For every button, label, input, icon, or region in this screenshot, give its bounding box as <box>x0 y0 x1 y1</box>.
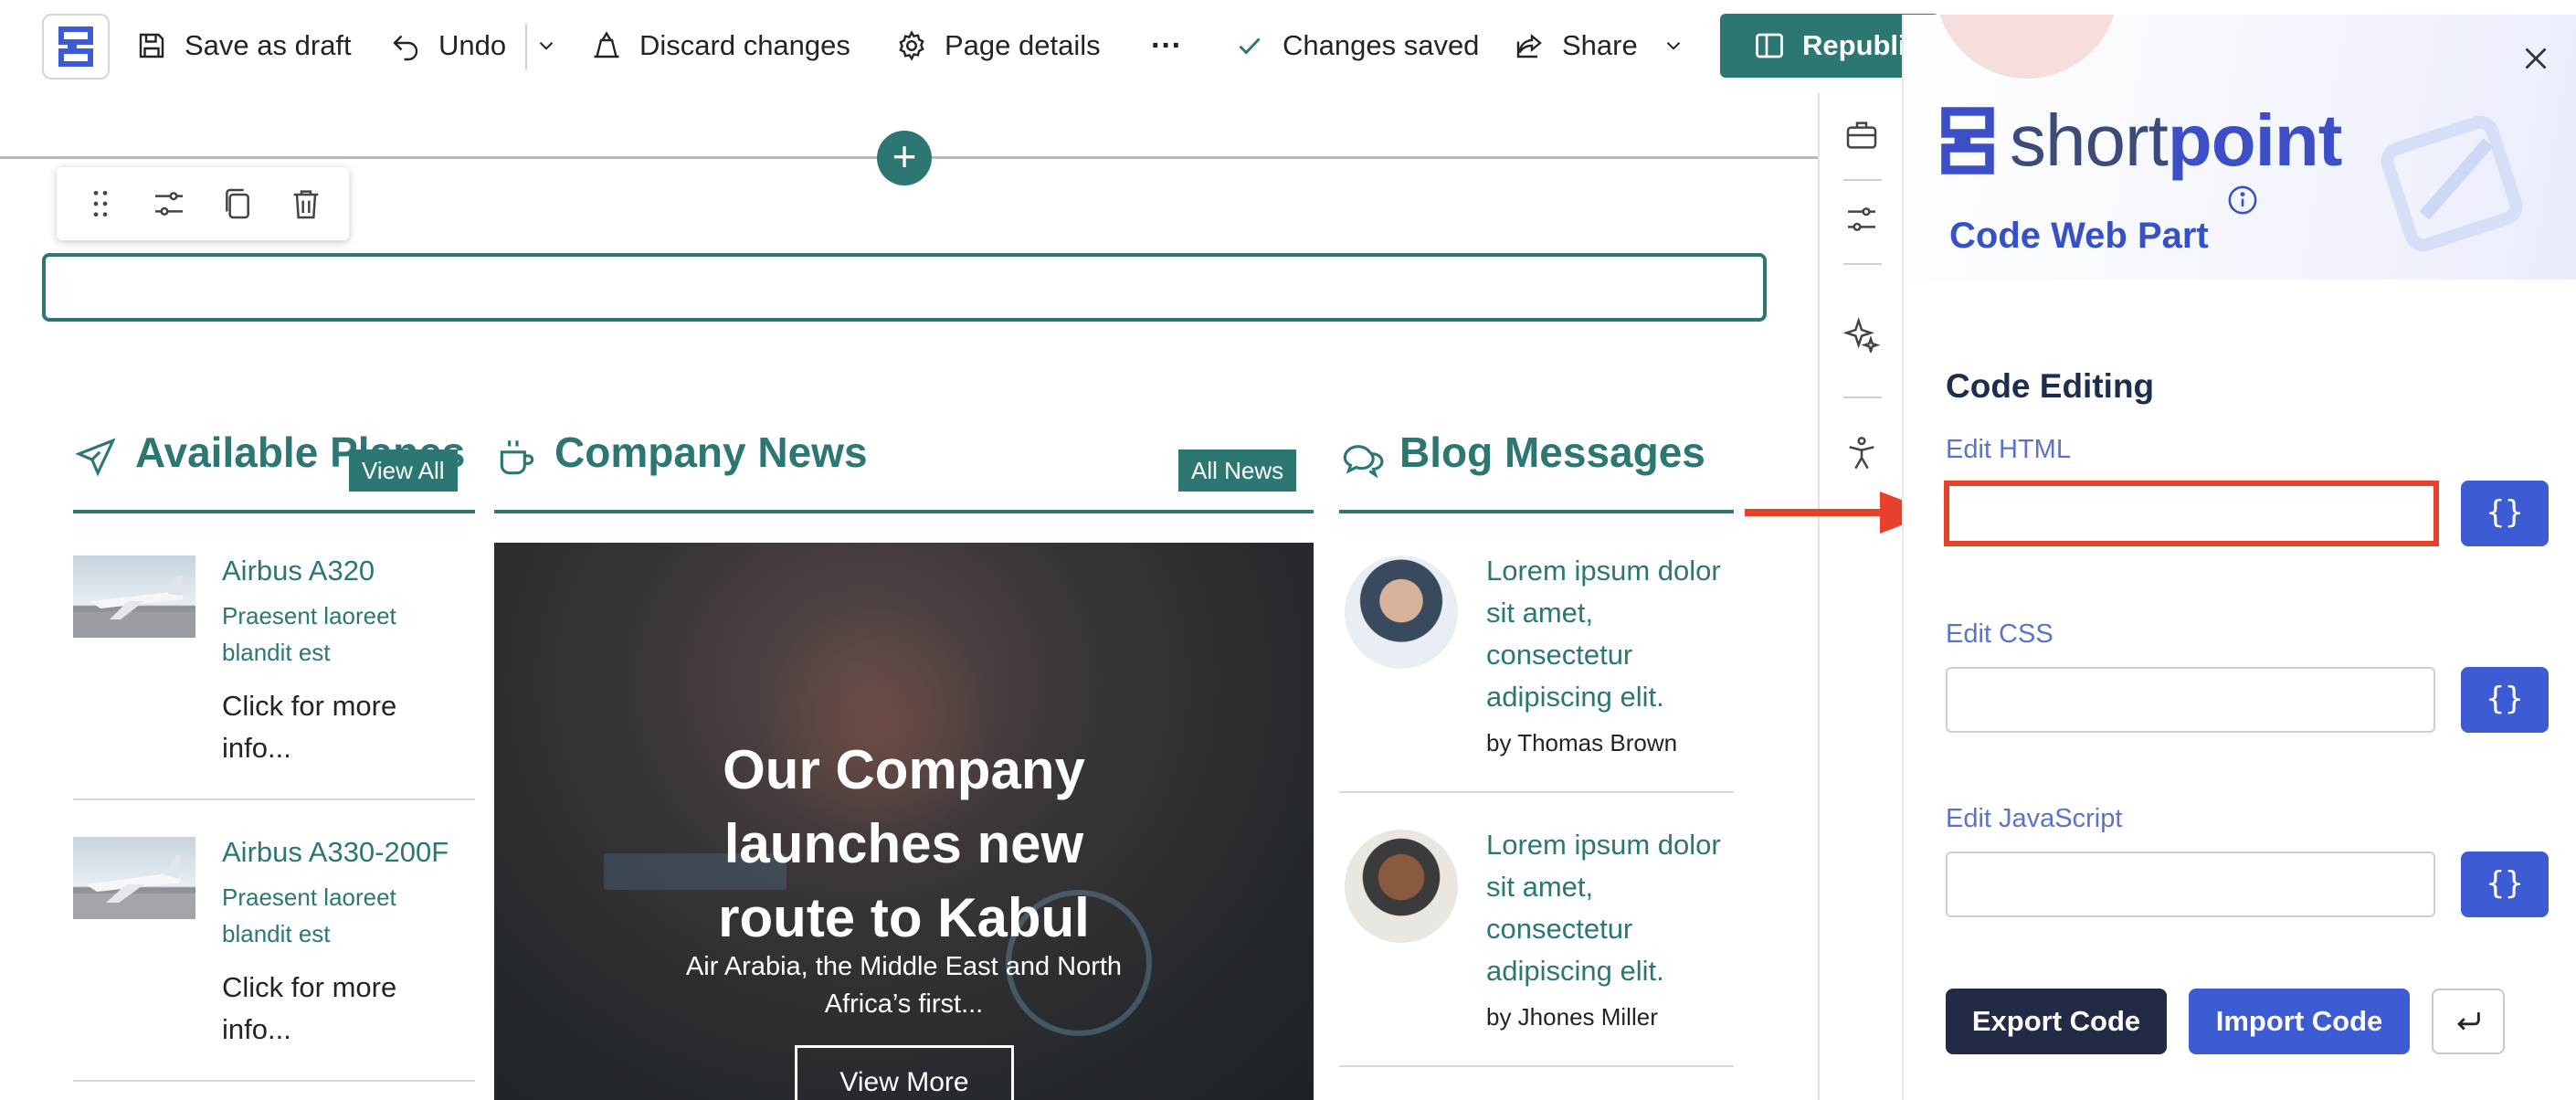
right-toolbox-rail <box>1818 93 1902 1100</box>
panel-header: shortpoint Code Web Part <box>1904 15 2576 280</box>
undo-divider <box>525 24 527 69</box>
plane-thumbnail[interactable] <box>73 555 195 638</box>
command-bar: Save as draft Undo Discard changes Page … <box>0 0 1939 93</box>
news-card-title: Our Company launches new route to Kabul <box>718 739 1090 948</box>
blog-item-author: by Thomas Brown <box>1486 729 1678 756</box>
section-toolbar <box>57 167 349 240</box>
more-icon: ··· <box>1151 27 1182 63</box>
return-button[interactable] <box>2432 989 2505 1054</box>
discard-changes-button[interactable]: Discard changes <box>590 0 850 91</box>
save-draft-label: Save as draft <box>185 29 352 61</box>
blog-item-title[interactable]: Lorem ipsum dolor sit amet, consectetur … <box>1486 550 1742 718</box>
rail-separator <box>1843 179 1882 181</box>
shortpoint-logo-icon <box>1941 107 1994 175</box>
plane-item-link[interactable]: Click for more info... <box>222 685 423 769</box>
import-code-button[interactable]: Import Code <box>2189 989 2410 1054</box>
accessibility-icon[interactable] <box>1843 435 1880 471</box>
news-card-subtitle: Air Arabia, the Middle East and North Af… <box>685 952 1123 1019</box>
book-icon <box>1756 33 1783 58</box>
brand-wordmark: shortpoint <box>2010 100 2342 181</box>
edit-javascript-label: Edit JavaScript <box>1946 804 2123 833</box>
rail-separator <box>1843 263 1882 265</box>
rail-separator <box>1843 397 1882 398</box>
chat-bubbles-icon <box>1343 445 1384 479</box>
briefcase-icon[interactable] <box>1843 117 1880 153</box>
edit-html-field[interactable] <box>1944 481 2439 546</box>
undo-button[interactable]: Undo <box>389 0 506 91</box>
edit-css-label: Edit CSS <box>1946 619 2053 649</box>
plane-item-link[interactable]: Click for more info... <box>222 967 423 1051</box>
drag-handle-icon[interactable] <box>82 185 119 222</box>
discard-icon <box>594 31 619 58</box>
delete-icon[interactable] <box>288 185 324 222</box>
more-options-button[interactable]: ··· <box>1151 0 1182 91</box>
edit-css-code-button[interactable]: {} <box>2461 667 2549 733</box>
news-header: Company News All News <box>494 428 1314 513</box>
close-icon[interactable] <box>2519 42 2552 75</box>
all-news-button[interactable]: All News <box>1178 450 1297 492</box>
blog-header: Blog Messages <box>1339 428 1734 513</box>
plane-item-title[interactable]: Airbus A320 <box>222 555 375 587</box>
header-decoration <box>1936 15 2118 79</box>
blog-title: Blog Messages <box>1399 428 1705 476</box>
edit-html-label: Edit HTML <box>1946 435 2071 464</box>
list-divider <box>1339 791 1734 793</box>
app-logo-icon[interactable] <box>42 14 110 79</box>
plane-item-subtitle: Praesent laoreet blandit est <box>222 602 396 666</box>
save-icon <box>139 33 164 58</box>
plane-item-subtitle: Praesent laoreet blandit est <box>222 883 396 947</box>
edit-javascript-field[interactable] <box>1946 851 2435 917</box>
export-code-button[interactable]: Export Code <box>1946 989 2167 1054</box>
airplane-icon <box>75 438 116 477</box>
changes-saved-label: Changes saved <box>1283 29 1480 61</box>
planes-header: Available Planes View All <box>73 428 475 513</box>
sparkle-icon[interactable] <box>1843 316 1880 353</box>
info-icon[interactable] <box>2227 185 2258 216</box>
selected-webpart-outline[interactable] <box>42 253 1767 322</box>
gear-icon <box>899 30 924 61</box>
plane-item-title[interactable]: Airbus A330-200F <box>222 836 449 869</box>
discard-label: Discard changes <box>639 29 850 61</box>
shortpoint-logo: shortpoint <box>1938 99 2342 183</box>
list-divider <box>73 1080 475 1082</box>
news-title: Company News <box>554 428 868 476</box>
news-card[interactable]: Our Company launches new route to Kabul … <box>494 543 1314 1100</box>
return-arrow-icon <box>2457 1012 2480 1031</box>
add-section-button[interactable]: + <box>877 131 932 185</box>
panel-heading: Code Web Part <box>1949 216 2209 256</box>
coffee-cup-icon <box>500 440 534 475</box>
view-all-button[interactable]: View All <box>349 450 458 492</box>
undo-label: Undo <box>438 29 507 61</box>
share-button[interactable]: Share <box>1513 0 1685 91</box>
save-draft-button[interactable]: Save as draft <box>135 0 352 91</box>
page-details-label: Page details <box>945 29 1101 61</box>
undo-dropdown-button[interactable] <box>534 0 558 91</box>
list-divider <box>73 799 475 800</box>
edit-javascript-code-button[interactable]: {} <box>2461 851 2549 917</box>
page-details-button[interactable]: Page details <box>895 0 1101 91</box>
edit-css-field[interactable] <box>1946 667 2435 733</box>
blog-item-title[interactable]: Lorem ipsum dolor sit amet, consectetur … <box>1486 824 1742 992</box>
plane-thumbnail[interactable] <box>73 837 195 919</box>
chevron-down-icon <box>1666 42 1680 50</box>
checkmark-icon <box>1239 37 1261 55</box>
view-more-button[interactable]: View More <box>795 1045 1014 1100</box>
changes-saved-status: Changes saved <box>1233 0 1479 91</box>
settings-sliders-icon[interactable] <box>151 185 187 222</box>
code-decoration-icon <box>2381 115 2523 252</box>
avatar[interactable] <box>1345 555 1458 669</box>
settings-sliders-icon[interactable] <box>1843 201 1880 238</box>
blog-item-author: by Jhones Miller <box>1486 1003 1658 1031</box>
undo-icon <box>393 35 418 61</box>
avatar[interactable] <box>1345 830 1458 943</box>
share-icon <box>1516 33 1542 58</box>
edit-html-code-button[interactable]: {} <box>2461 481 2549 546</box>
chevron-down-icon <box>539 42 554 50</box>
share-label: Share <box>1562 29 1638 61</box>
code-web-part-panel: shortpoint Code Web Part Code Editing Ed… <box>1902 15 2576 1100</box>
duplicate-icon[interactable] <box>219 185 256 222</box>
list-divider <box>1339 1065 1734 1067</box>
code-editing-title: Code Editing <box>1946 367 2155 405</box>
